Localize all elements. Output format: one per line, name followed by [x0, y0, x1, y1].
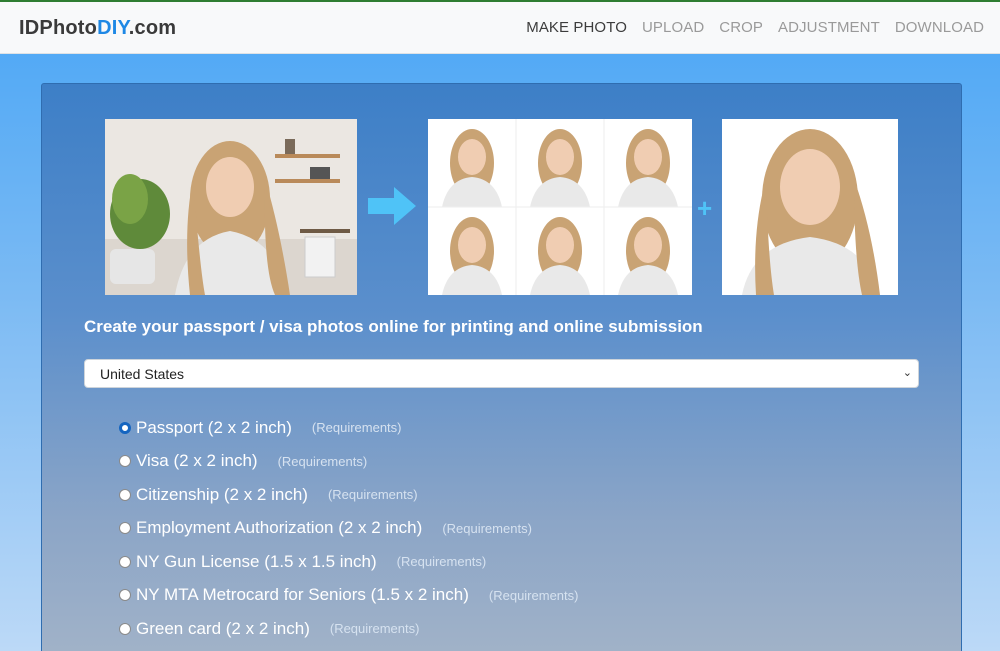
option-citizenship[interactable]: Citizenship (2 x 2 inch) (Requirements)	[119, 478, 578, 512]
navbar: IDPhotoDIY.com MAKE PHOTO UPLOAD CROP AD…	[0, 2, 1000, 54]
requirements-link[interactable]: (Requirements)	[312, 420, 402, 435]
requirements-link[interactable]: (Requirements)	[397, 554, 487, 569]
requirements-link[interactable]: (Requirements)	[489, 588, 579, 603]
photo-type-options: Passport (2 x 2 inch) (Requirements) Vis…	[119, 411, 578, 646]
radio-passport[interactable]	[119, 421, 131, 434]
radio-citizenship[interactable]	[119, 488, 131, 501]
page-headline: Create your passport / visa photos onlin…	[84, 317, 703, 336]
brand-logo[interactable]: IDPhotoDIY.com	[19, 17, 176, 40]
nav-crop[interactable]: CROP	[719, 19, 763, 36]
nav-download[interactable]: DOWNLOAD	[895, 19, 984, 36]
option-employment-authorization[interactable]: Employment Authorization (2 x 2 inch) (R…	[119, 512, 578, 546]
option-green-card[interactable]: Green card (2 x 2 inch) (Requirements)	[119, 612, 578, 646]
option-ny-mta-metrocard[interactable]: NY MTA Metrocard for Seniors (1.5 x 2 in…	[119, 579, 578, 613]
source-photo	[105, 119, 357, 295]
radio-ny-gun-license[interactable]	[119, 555, 131, 568]
passport-photos-grid	[428, 119, 692, 295]
radio-employment-authorization[interactable]	[119, 522, 131, 535]
country-select-value: United States	[100, 366, 185, 382]
chevron-down-icon: ⌄	[902, 367, 912, 379]
option-ny-gun-license[interactable]: NY Gun License (1.5 x 1.5 inch) (Require…	[119, 545, 578, 579]
requirements-link[interactable]: (Requirements)	[278, 454, 368, 469]
radio-ny-mta-metrocard[interactable]	[119, 589, 131, 602]
plus-icon: +	[697, 193, 713, 223]
option-passport[interactable]: Passport (2 x 2 inch) (Requirements)	[119, 411, 578, 445]
requirements-link[interactable]: (Requirements)	[330, 621, 420, 636]
nav-adjustment[interactable]: ADJUSTMENT	[778, 19, 880, 36]
nav-make-photo[interactable]: MAKE PHOTO	[526, 19, 627, 36]
main-nav: MAKE PHOTO UPLOAD CROP ADJUSTMENT DOWNLO…	[511, 19, 984, 36]
country-select[interactable]: United States ⌄	[84, 359, 919, 388]
requirements-link[interactable]: (Requirements)	[328, 487, 418, 502]
option-visa[interactable]: Visa (2 x 2 inch) (Requirements)	[119, 445, 578, 479]
requirements-link[interactable]: (Requirements)	[442, 521, 532, 536]
single-passport-photo	[722, 119, 898, 295]
arrow-right-icon	[368, 187, 416, 230]
radio-visa[interactable]	[119, 455, 131, 468]
nav-upload[interactable]: UPLOAD	[642, 19, 704, 36]
radio-green-card[interactable]	[119, 622, 131, 635]
